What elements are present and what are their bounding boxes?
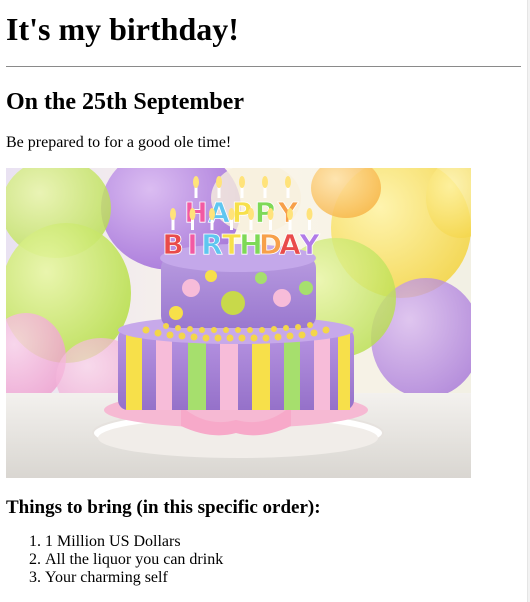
date-heading: On the 25th September: [6, 89, 244, 115]
candle-letter-11: A: [279, 228, 301, 261]
candle-letter-5: B: [162, 228, 183, 261]
candle-flame-7: [209, 208, 215, 220]
list-item: Your charming self: [45, 569, 527, 587]
candle-flame-10: [267, 208, 274, 220]
candle-flame-8: [228, 208, 235, 220]
page-content: It's my birthday! On the 25th September …: [0, 0, 527, 602]
candle-letter-12: Y: [298, 228, 320, 261]
candle-flame-0: [193, 176, 199, 188]
candle-flame-12: [306, 208, 313, 220]
candle-letter-6: I: [187, 228, 197, 261]
page-title: It's my birthday!: [6, 11, 239, 47]
candle-flame-4: [285, 176, 291, 188]
candle-flame-9: [248, 208, 254, 220]
candle-flame-2: [239, 176, 245, 188]
list-heading: Things to bring (in this specific order)…: [6, 497, 321, 518]
list-item: All the liquor you can drink: [45, 551, 527, 569]
intro-text: Be prepared to for a good ole time!: [6, 134, 232, 151]
list-item: 1 Million US Dollars: [45, 533, 527, 551]
candle-letter-8: T: [222, 228, 241, 261]
divider: [6, 66, 521, 67]
candle-letter-7: R: [201, 228, 223, 261]
candle-letter-0: H: [184, 196, 207, 229]
birthday-cake-image: HAPPY BIRTHDAY: [6, 168, 471, 478]
candle-flame-1: [216, 176, 222, 188]
candle-flame-5: [170, 208, 176, 220]
candle-flame-11: [287, 208, 293, 220]
candle-flame-3: [262, 176, 268, 188]
candle-flame-6: [189, 208, 196, 220]
things-to-bring-list: 1 Million US Dollars All the liquor you …: [6, 533, 527, 587]
